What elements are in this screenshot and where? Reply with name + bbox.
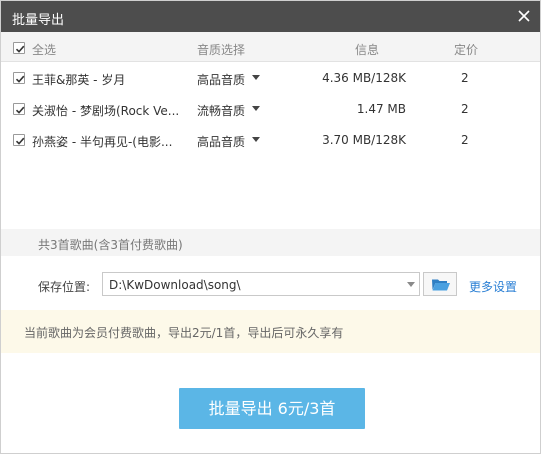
quality-column-header: 音质选择 [197,43,246,57]
song-name: 王菲&那英 - 岁月 [32,73,126,87]
info-column-header: 信息 [355,43,380,57]
quality-select[interactable]: 高品音质 [197,133,245,150]
select-all-checkbox[interactable] [13,42,25,54]
close-icon[interactable] [514,6,534,26]
song-row: 王菲&那英 - 岁月 高品音质 4.36 MB/128K 2 [1,62,540,93]
song-info: 3.70 MB/128K [322,133,406,147]
chevron-down-icon[interactable] [407,282,415,287]
song-checkbox[interactable] [13,72,25,84]
save-path-value: D:\KwDownload\song\ [109,278,241,292]
summary-text: 共3首歌曲(含3首付费歌曲) [38,238,183,252]
list-header: 全选 音质选择 信息 定价 [1,32,540,62]
song-row: 关淑怡 - 梦剧场(Rock Ve... 流畅音质 1.47 MB 2 [1,93,540,124]
song-name: 孙燕姿 - 半句再见-(电影... [32,135,173,149]
song-info: 4.36 MB/128K [322,71,406,85]
song-list: 王菲&那英 - 岁月 高品音质 4.36 MB/128K 2 关淑怡 - 梦剧场… [1,62,540,155]
save-path-select[interactable]: D:\KwDownload\song\ [102,272,420,296]
batch-export-button[interactable]: 批量导出 6元/3首 [179,388,365,429]
song-price: 2 [461,102,469,116]
song-price: 2 [461,133,469,147]
quality-select[interactable]: 高品音质 [197,71,245,88]
folder-icon [432,279,450,291]
notice-bar: 当前歌曲为会员付费歌曲，导出2元/1首，导出后可永久享有 [1,310,540,353]
chevron-down-icon[interactable] [252,137,260,142]
song-row: 孙燕姿 - 半句再见-(电影... 高品音质 3.70 MB/128K 2 [1,124,540,155]
quality-select[interactable]: 流畅音质 [197,102,245,119]
batch-export-dialog: 批量导出 全选 音质选择 信息 定价 王菲&那英 - 岁月 高品音质 4.36 … [0,0,541,454]
song-price: 2 [461,71,469,85]
dialog-title: 批量导出 [12,13,65,28]
browse-folder-button[interactable] [423,272,457,296]
song-name: 关淑怡 - 梦剧场(Rock Ve... [32,104,180,118]
save-location-label: 保存位置: [38,280,91,294]
song-info: 1.47 MB [356,102,406,116]
notice-text: 当前歌曲为会员付费歌曲，导出2元/1首，导出后可永久享有 [24,326,344,340]
song-checkbox[interactable] [13,134,25,146]
chevron-down-icon[interactable] [252,75,260,80]
select-all-label[interactable]: 全选 [32,41,56,58]
song-checkbox[interactable] [13,103,25,115]
chevron-down-icon[interactable] [252,106,260,111]
more-settings-link[interactable]: 更多设置 [469,278,517,295]
price-column-header: 定价 [454,43,479,57]
summary-bar: 共3首歌曲(含3首付费歌曲) [1,229,540,256]
title-bar: 批量导出 [1,1,540,32]
